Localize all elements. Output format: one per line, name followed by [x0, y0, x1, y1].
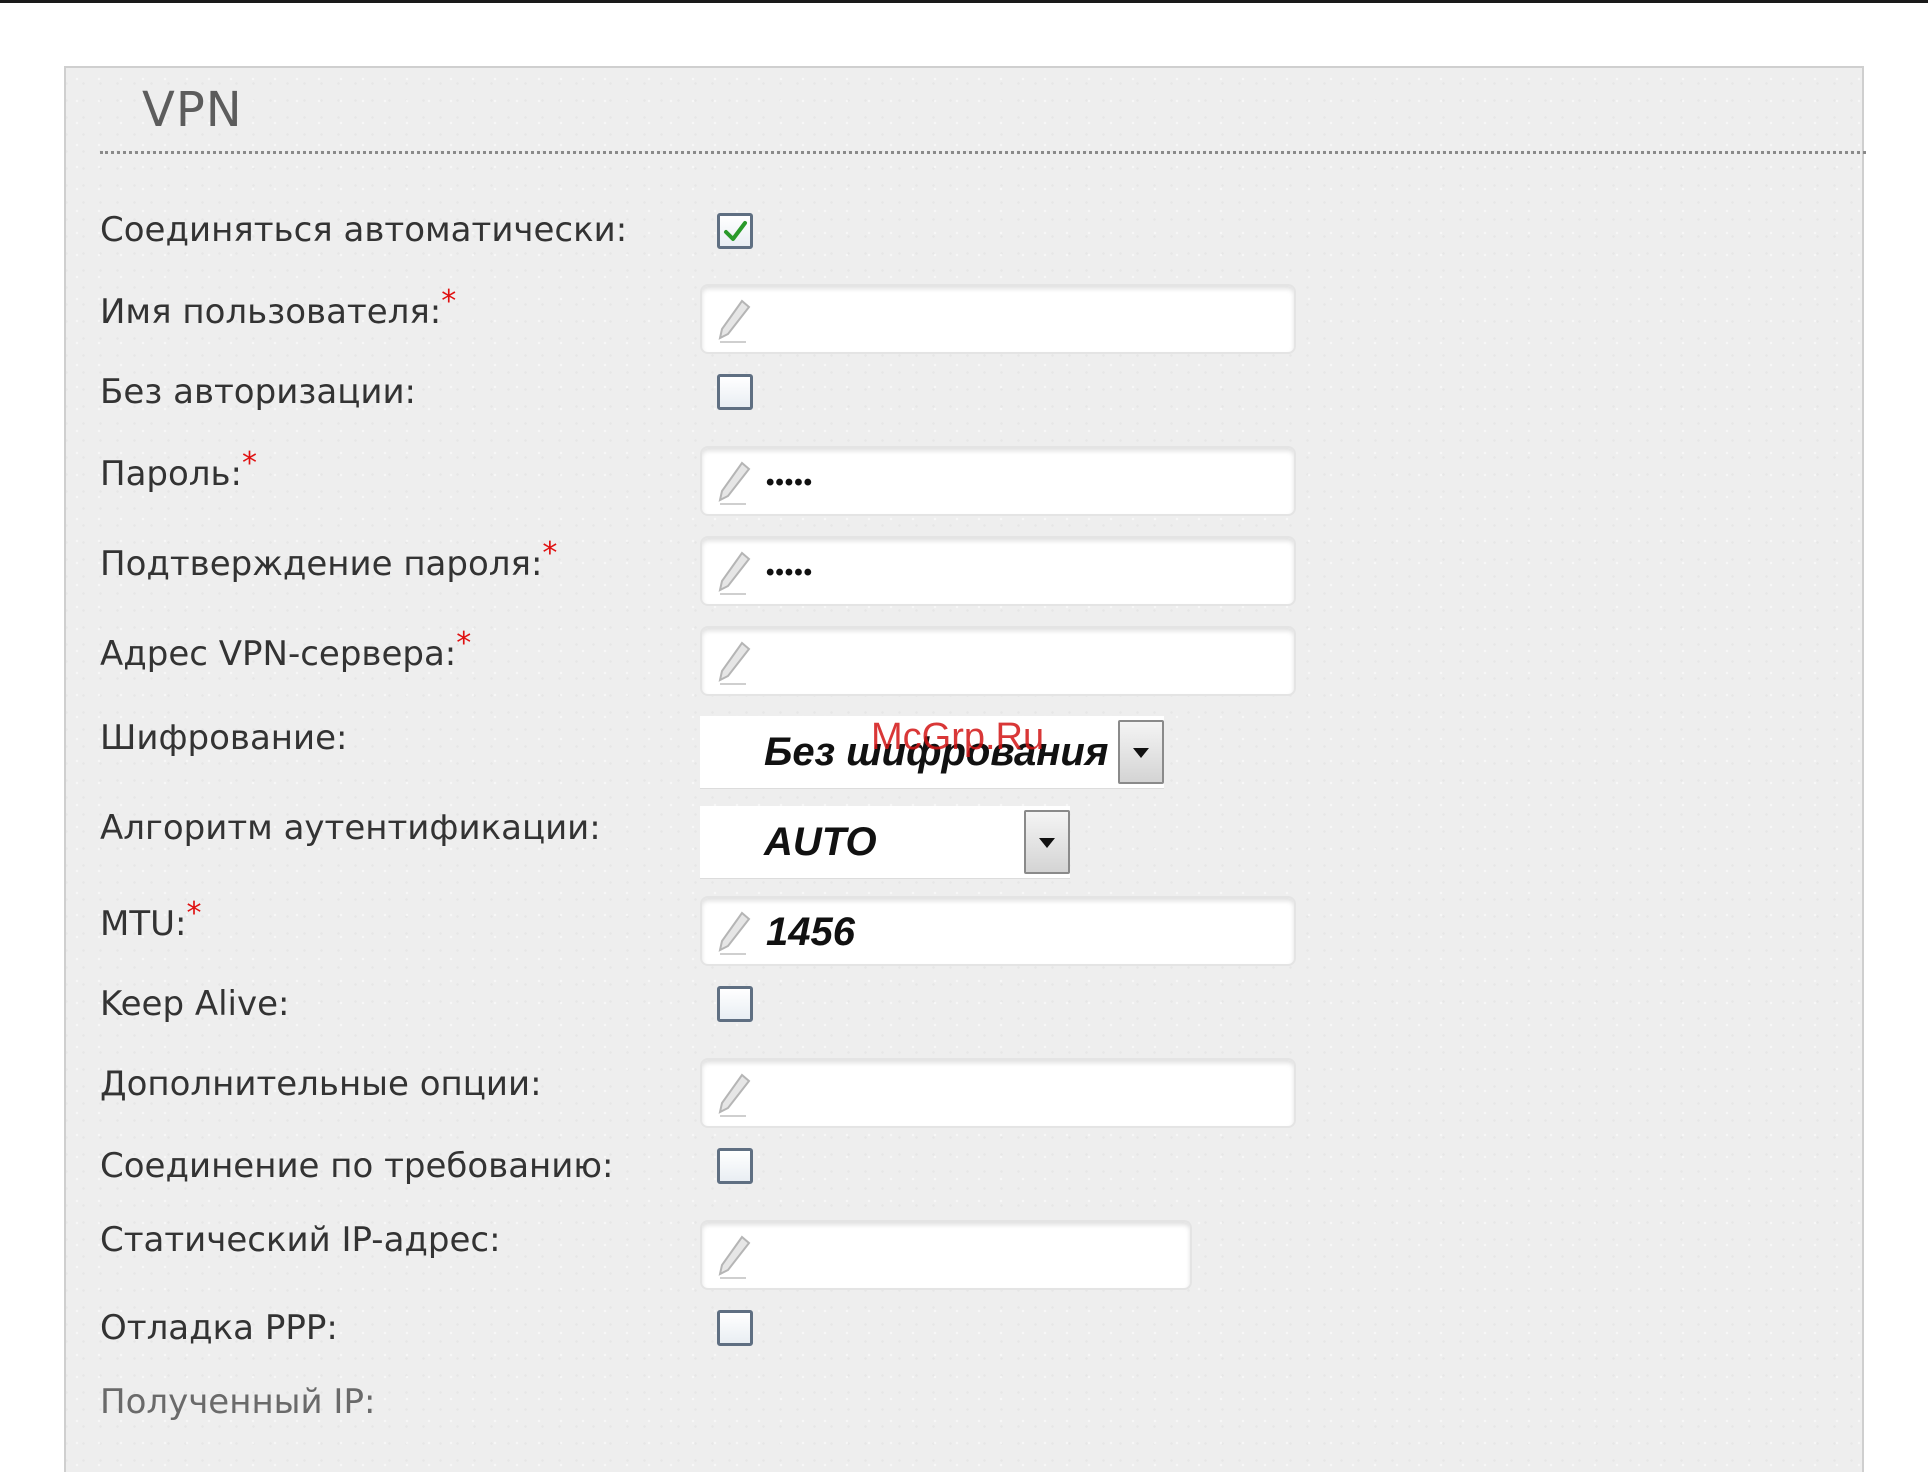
auth-algorithm-label: Алгоритм аутентификации: [100, 808, 601, 848]
required-marker: * [456, 626, 472, 661]
panel-title: VPN [142, 82, 243, 138]
pencil-icon [718, 551, 751, 595]
watermark: McGrp.Ru [871, 716, 1045, 758]
auto-connect-label: Соединяться автоматически: [100, 210, 627, 250]
encryption-label: Шифрование: [100, 718, 347, 758]
extra-options-label-text: Дополнительные опции: [100, 1064, 542, 1104]
password-confirm-value: ••••• [766, 559, 814, 586]
static-ip-input[interactable] [700, 1220, 1192, 1290]
dropdown-arrow-icon[interactable] [1118, 720, 1164, 784]
pencil-icon [718, 911, 751, 955]
static-ip-label: Статический IP-адрес: [100, 1220, 501, 1260]
vpn-settings-panel: VPN Соединяться автоматически: Имя польз… [64, 66, 1866, 1472]
vpn-server-label-text: Адрес VPN-сервера: [100, 634, 457, 674]
password-confirm-label-text: Подтверждение пароля: [100, 544, 543, 584]
checkmark-icon [724, 221, 747, 241]
received-ip-label-text: Полученный IP: [100, 1382, 376, 1422]
no-auth-checkbox[interactable] [717, 374, 753, 410]
encryption-label-text: Шифрование: [100, 718, 348, 758]
auto-connect-label-text: Соединяться автоматически: [100, 210, 628, 250]
ppp-debug-checkbox[interactable] [717, 1310, 753, 1346]
password-confirm-label: Подтверждение пароля:* [100, 536, 557, 584]
static-ip-label-text: Статический IP-адрес: [100, 1220, 501, 1260]
keep-alive-label: Keep Alive: [100, 984, 289, 1024]
auto-connect-checkbox[interactable] [717, 213, 753, 249]
pencil-icon [718, 461, 751, 505]
pencil-icon [718, 1235, 751, 1279]
password-confirm-input[interactable]: ••••• [700, 536, 1296, 606]
auth-algorithm-select[interactable]: AUTO [700, 806, 1070, 878]
keep-alive-checkbox[interactable] [717, 986, 753, 1022]
keep-alive-label-text: Keep Alive: [100, 984, 290, 1024]
on-demand-checkbox[interactable] [717, 1148, 753, 1184]
required-marker: * [186, 896, 202, 931]
extra-options-input[interactable] [700, 1058, 1296, 1128]
no-auth-label: Без авторизации: [100, 372, 416, 412]
password-label: Пароль:* [100, 446, 257, 494]
auth-algorithm-label-text: Алгоритм аутентификации: [100, 808, 601, 848]
ppp-debug-label-text: Отладка PPP: [100, 1308, 338, 1348]
pencil-icon [718, 299, 751, 343]
username-label-text: Имя пользователя: [100, 292, 442, 332]
mtu-value: 1456 [766, 910, 855, 954]
username-label: Имя пользователя:* [100, 284, 456, 332]
username-input[interactable] [700, 284, 1296, 354]
on-demand-label: Соединение по требованию: [100, 1146, 613, 1186]
vpn-server-input[interactable] [700, 626, 1296, 696]
required-marker: * [441, 284, 457, 319]
required-marker: * [242, 446, 258, 481]
mtu-label-text: MTU: [100, 904, 187, 944]
pencil-icon [718, 1073, 751, 1117]
password-value: ••••• [766, 469, 814, 496]
received-ip-label: Полученный IP: [100, 1382, 375, 1422]
required-marker: * [542, 536, 558, 571]
no-auth-label-text: Без авторизации: [100, 372, 416, 412]
password-label-text: Пароль: [100, 454, 243, 494]
mtu-label: MTU:* [100, 896, 201, 944]
title-divider [100, 151, 1866, 154]
mtu-input[interactable]: 1456 [700, 896, 1296, 966]
pencil-icon [718, 641, 751, 685]
extra-options-label: Дополнительные опции: [100, 1064, 542, 1104]
password-input[interactable]: ••••• [700, 446, 1296, 516]
on-demand-label-text: Соединение по требованию: [100, 1146, 614, 1186]
ppp-debug-label: Отладка PPP: [100, 1308, 338, 1348]
auth-algorithm-value: AUTO [764, 820, 877, 864]
top-divider [0, 0, 1928, 3]
vpn-server-label: Адрес VPN-сервера:* [100, 626, 471, 674]
dropdown-arrow-icon[interactable] [1024, 810, 1070, 874]
